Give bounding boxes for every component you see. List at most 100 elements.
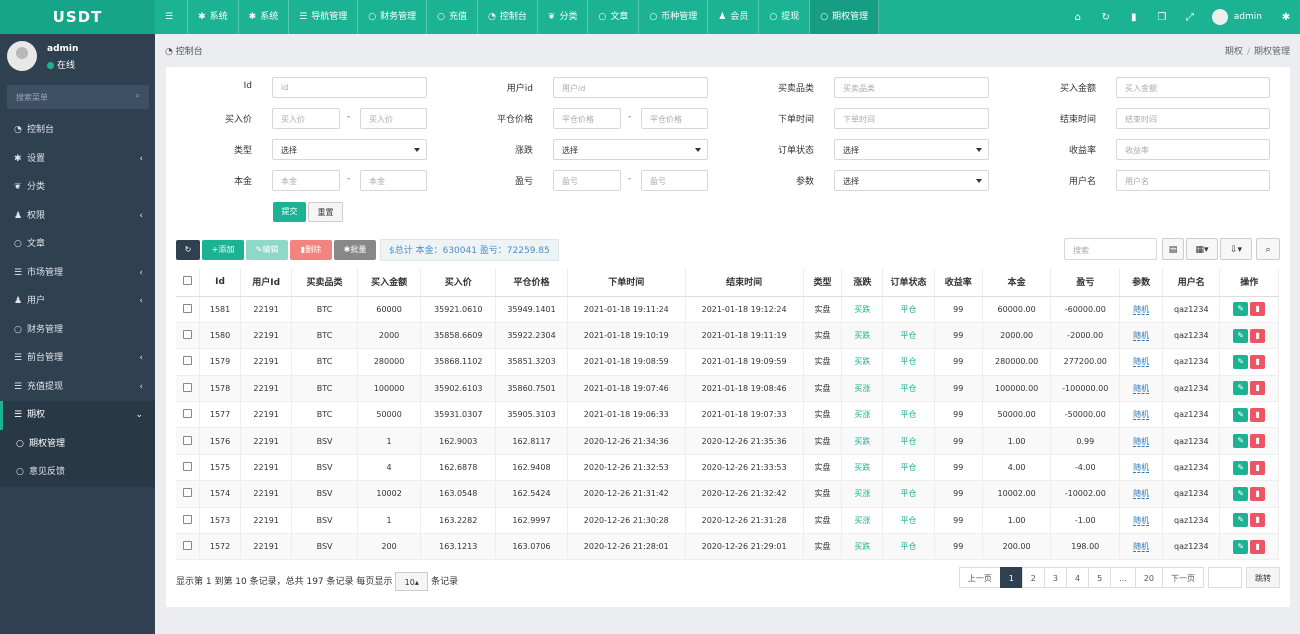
top-nav-item[interactable]: ☰ bbox=[155, 0, 189, 34]
next-page-button[interactable]: 下一页 bbox=[1162, 567, 1204, 588]
delete-row-button[interactable]: ▮ bbox=[1250, 328, 1266, 343]
delete-row-button[interactable]: ▮ bbox=[1250, 460, 1266, 475]
edit-row-button[interactable]: ✎ bbox=[1233, 381, 1249, 396]
param-link[interactable]: 随机 bbox=[1133, 542, 1150, 553]
row-checkbox[interactable] bbox=[183, 356, 193, 366]
sidebar-item[interactable]: ♟ 用户 ‹ bbox=[0, 287, 155, 316]
top-nav-item[interactable]: ◔ 控制台 bbox=[478, 0, 538, 34]
edit-row-button[interactable]: ✎ bbox=[1233, 328, 1249, 343]
param-link[interactable]: 随机 bbox=[1133, 331, 1150, 342]
settings-icon[interactable]: ✱ bbox=[1272, 12, 1300, 23]
row-checkbox[interactable] bbox=[183, 488, 193, 498]
filter-pl-max[interactable]: 盈亏 bbox=[641, 170, 708, 191]
top-nav-item[interactable]: ○ 期权管理 bbox=[810, 0, 880, 34]
row-checkbox[interactable] bbox=[183, 435, 193, 445]
prev-page-button[interactable]: 上一页 bbox=[958, 567, 1001, 588]
sidebar-item[interactable]: ○ 财务管理 bbox=[0, 316, 155, 345]
filter-username-input[interactable]: 用户名 bbox=[1116, 170, 1270, 191]
submit-button[interactable]: 提交 bbox=[273, 202, 306, 222]
filter-closeprice-max[interactable]: 平仓价格 bbox=[641, 108, 708, 129]
sidebar-item[interactable]: ✱ 设置 ‹ bbox=[0, 145, 155, 174]
menu-search-input[interactable]: 搜索菜单 ⌕ bbox=[7, 85, 149, 109]
table-row[interactable]: 1576 22191 BSV 1 162.9003 162.8117 2020-12-26 … bbox=[176, 427, 1279, 455]
user-avatar[interactable] bbox=[7, 41, 37, 71]
delete-row-button[interactable]: ▮ bbox=[1250, 486, 1266, 501]
export-button[interactable]: ⇩▾ bbox=[1220, 238, 1252, 260]
page-button[interactable]: 2 bbox=[1021, 567, 1045, 588]
row-checkbox[interactable] bbox=[183, 541, 193, 551]
top-nav-item[interactable]: ♟ 会员 bbox=[708, 0, 760, 34]
column-header[interactable]: 下单时间 bbox=[567, 268, 686, 297]
delete-row-button[interactable]: ▮ bbox=[1250, 539, 1266, 554]
table-row[interactable]: 1574 22191 BSV 10002 163.0548 162.5424 2020-12… bbox=[176, 480, 1279, 508]
table-row[interactable]: 1579 22191 BTC 280000 35868.1102 35851.3203 20… bbox=[176, 348, 1279, 376]
filter-orderstatus-select[interactable]: 选择 bbox=[834, 139, 989, 160]
sidebar-item[interactable]: ○ 期权管理 bbox=[0, 429, 155, 458]
filter-amount-input[interactable]: 买入金额 bbox=[1116, 77, 1270, 98]
search-button[interactable]: ⌕ bbox=[1256, 238, 1280, 260]
table-row[interactable]: 1580 22191 BTC 2000 35858.6609 35922.2304 2021… bbox=[176, 322, 1279, 350]
filter-pl-min[interactable]: 盈亏 bbox=[553, 170, 621, 191]
filter-buyprice-max[interactable]: 买入价 bbox=[360, 108, 427, 129]
sidebar-item[interactable]: ☰ 市场管理 ‹ bbox=[0, 259, 155, 288]
top-nav-item[interactable]: ○ 充值 bbox=[427, 0, 479, 34]
top-nav-item[interactable]: ☰ 导航管理 bbox=[289, 0, 359, 34]
page-button[interactable]: 3 bbox=[1043, 567, 1067, 588]
refresh-button[interactable]: ↻ bbox=[176, 240, 200, 260]
delete-row-button[interactable]: ▮ bbox=[1250, 434, 1266, 449]
sidebar-item[interactable]: ○ 文章 bbox=[0, 230, 155, 259]
sidebar-item[interactable]: ○ 意见反馈 bbox=[0, 458, 155, 487]
column-header[interactable]: 结束时间 bbox=[685, 268, 804, 297]
batch-button[interactable]: ✱批量 bbox=[334, 240, 376, 260]
row-checkbox[interactable] bbox=[183, 462, 193, 472]
edit-row-button[interactable]: ✎ bbox=[1233, 407, 1249, 422]
row-checkbox[interactable] bbox=[183, 382, 193, 392]
filter-rise-select[interactable]: 选择 bbox=[553, 139, 708, 160]
breadcrumb-item-options[interactable]: 期权 bbox=[1225, 47, 1243, 57]
top-nav-item[interactable]: ✱ 系统 bbox=[239, 0, 290, 34]
param-link[interactable]: 随机 bbox=[1133, 357, 1150, 368]
sidebar-item[interactable]: ❦ 分类 bbox=[0, 173, 155, 202]
edit-row-button[interactable]: ✎ bbox=[1233, 460, 1249, 475]
filter-ordertime-input[interactable]: 下单时间 bbox=[834, 108, 989, 129]
table-row[interactable]: 1572 22191 BSV 200 163.1213 163.0706 2020-12-2… bbox=[176, 533, 1279, 561]
page-button[interactable]: 5 bbox=[1088, 567, 1112, 588]
sidebar-item[interactable]: ☰ 期权 ⌄ bbox=[0, 401, 155, 430]
top-username[interactable]: admin bbox=[1234, 12, 1262, 22]
table-row[interactable]: 1581 22191 BTC 60000 35921.0610 35949.1401 202… bbox=[176, 296, 1279, 323]
column-header[interactable]: Id bbox=[199, 268, 242, 297]
filter-param-select[interactable]: 选择 bbox=[834, 170, 989, 191]
delete-button[interactable]: ▮删除 bbox=[290, 240, 332, 260]
refresh-icon[interactable]: ↻ bbox=[1092, 12, 1120, 23]
search-icon[interactable]: ⌕ bbox=[136, 91, 140, 101]
copy-icon[interactable]: ❐ bbox=[1148, 12, 1176, 23]
param-link[interactable]: 随机 bbox=[1133, 463, 1150, 474]
page-button[interactable]: ... bbox=[1110, 567, 1136, 588]
filter-capital-min[interactable]: 本金 bbox=[272, 170, 340, 191]
table-row[interactable]: 1575 22191 BSV 4 162.6878 162.9408 2020-12-26 … bbox=[176, 454, 1279, 482]
param-link[interactable]: 随机 bbox=[1133, 304, 1150, 315]
row-checkbox[interactable] bbox=[183, 303, 193, 313]
toggle-view-button[interactable]: ▤ bbox=[1162, 238, 1184, 260]
column-header[interactable]: 操作 bbox=[1219, 268, 1279, 297]
row-checkbox[interactable] bbox=[183, 409, 193, 419]
sidebar-item[interactable]: ☰ 充值提现 ‹ bbox=[0, 373, 155, 402]
filter-capital-max[interactable]: 本金 bbox=[360, 170, 427, 191]
page-button[interactable]: 20 bbox=[1134, 567, 1163, 588]
top-nav-item[interactable]: ○ 财务管理 bbox=[358, 0, 428, 34]
column-header[interactable]: 订单状态 bbox=[882, 268, 935, 297]
column-header[interactable]: 平仓价格 bbox=[495, 268, 568, 297]
sidebar-item[interactable]: ♟ 权限 ‹ bbox=[0, 202, 155, 231]
column-header[interactable]: 本金 bbox=[982, 268, 1052, 297]
table-search-input[interactable]: 搜索 bbox=[1064, 238, 1157, 260]
top-nav-item[interactable]: ○ 提现 bbox=[759, 0, 811, 34]
table-row[interactable]: 1577 22191 BTC 50000 35931.0307 35905.3103 202… bbox=[176, 401, 1279, 429]
top-nav-item[interactable]: ❦ 分类 bbox=[538, 0, 589, 34]
filter-id-input[interactable]: id bbox=[272, 77, 427, 98]
column-header[interactable]: 用户Id bbox=[240, 268, 293, 297]
filter-rate-input[interactable]: 收益率 bbox=[1116, 139, 1270, 160]
page-size-select[interactable]: 10▴ bbox=[395, 572, 429, 591]
top-nav-item[interactable]: ○ 文章 bbox=[588, 0, 640, 34]
column-header[interactable]: 收益率 bbox=[934, 268, 983, 297]
column-header[interactable]: 类型 bbox=[803, 268, 843, 297]
